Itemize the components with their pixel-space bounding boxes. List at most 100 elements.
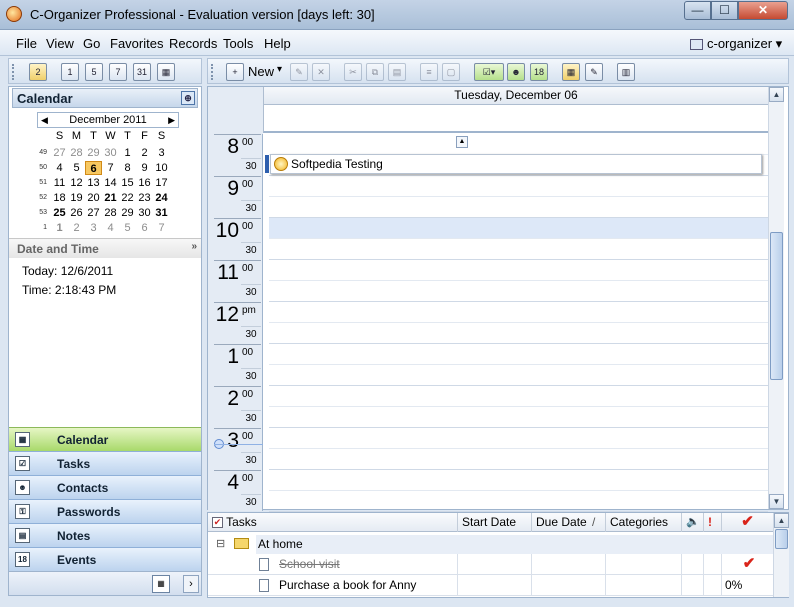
task-row[interactable]: School visit ✔ xyxy=(208,554,773,575)
menu-tools[interactable]: Tools xyxy=(223,36,253,51)
calendar-day[interactable]: 4 xyxy=(102,221,119,235)
calendar-day[interactable]: 26 xyxy=(68,206,85,220)
time-slot[interactable] xyxy=(269,176,768,197)
delete-icon[interactable]: ✕ xyxy=(312,63,330,81)
properties-icon[interactable]: ▢ xyxy=(442,63,460,81)
calendar-day[interactable]: 18 xyxy=(51,191,68,205)
copy-icon[interactable]: ⧉ xyxy=(366,63,384,81)
time-slot[interactable] xyxy=(269,239,768,260)
categories-column-header[interactable]: Categories xyxy=(606,513,682,532)
work-week-view-icon[interactable]: 5 xyxy=(85,63,103,81)
time-slot[interactable] xyxy=(269,365,768,386)
task-title[interactable]: Purchase a book for Anny xyxy=(276,575,458,596)
calendar-day[interactable]: 29 xyxy=(85,146,102,160)
calendar-day[interactable]: 9 xyxy=(136,161,153,175)
day-view-scrollbar[interactable]: ▲ ▼ xyxy=(768,87,784,509)
calendar-day[interactable]: 17 xyxy=(153,176,170,190)
task-title[interactable]: School visit xyxy=(276,554,458,575)
week-view-icon[interactable]: 7 xyxy=(109,63,127,81)
events-icon[interactable]: 18 xyxy=(530,63,548,81)
calendar-day[interactable]: 31 xyxy=(153,206,170,220)
week-number[interactable]: 50 xyxy=(35,164,47,171)
app-icon[interactable] xyxy=(6,6,22,22)
calendar-day[interactable]: 20 xyxy=(85,191,102,205)
calendar-shortcut-icon[interactable]: ▦ xyxy=(152,575,170,593)
new-button[interactable]: New xyxy=(248,64,274,79)
calendar-day[interactable]: 11 xyxy=(51,176,68,190)
calendar-day[interactable]: 21 xyxy=(102,191,119,205)
collapse-group-icon[interactable]: ⊟ xyxy=(216,537,225,550)
month-label[interactable]: December 2011 xyxy=(69,114,146,126)
time-slot[interactable] xyxy=(269,260,768,281)
menu-go[interactable]: Go xyxy=(83,36,100,51)
new-dropdown-arrow-icon[interactable]: ▾ xyxy=(277,64,282,75)
task-due-date[interactable] xyxy=(532,575,606,596)
maximize-button[interactable]: ☐ xyxy=(711,1,738,20)
cut-icon[interactable]: ✂ xyxy=(344,63,362,81)
calendar-day[interactable]: 4 xyxy=(51,161,68,175)
month-view-icon[interactable]: 31 xyxy=(133,63,151,81)
calendar-day[interactable]: 5 xyxy=(68,161,85,175)
calendar-day[interactable]: 1 xyxy=(51,221,68,235)
week-number[interactable]: 49 xyxy=(35,149,47,156)
calendar-day[interactable]: 23 xyxy=(136,191,153,205)
week-number[interactable]: 1 xyxy=(35,224,47,231)
minimize-button[interactable]: — xyxy=(684,1,711,20)
task-start-date[interactable] xyxy=(458,554,532,575)
paste-icon[interactable]: ▤ xyxy=(388,63,406,81)
menu-help[interactable]: Help xyxy=(264,36,291,51)
today-view-icon[interactable]: 2 xyxy=(29,63,47,81)
nav-calendar-button[interactable]: ▦ Calendar xyxy=(9,427,201,451)
task-priority[interactable] xyxy=(704,554,722,575)
menu-favorites[interactable]: Favorites xyxy=(110,36,163,51)
close-button[interactable]: ✕ xyxy=(738,1,788,20)
scroll-up-button[interactable]: ▲ xyxy=(774,513,789,528)
calendar-day[interactable]: 6 xyxy=(85,161,102,175)
contacts-icon[interactable]: ☻ xyxy=(507,63,525,81)
calendar-day[interactable]: 13 xyxy=(85,176,102,190)
prev-month-button[interactable]: ◀ xyxy=(41,113,48,127)
week-number[interactable]: 53 xyxy=(35,209,47,216)
edit-icon[interactable]: ✎ xyxy=(290,63,308,81)
time-slot[interactable] xyxy=(269,470,768,491)
calendar-day[interactable]: 12 xyxy=(68,176,85,190)
reminder-speaker-icon[interactable]: 🔈 xyxy=(682,513,704,532)
time-slot[interactable] xyxy=(269,197,768,218)
time-slot[interactable] xyxy=(269,386,768,407)
calendar-day[interactable]: 6 xyxy=(136,221,153,235)
calendar-day[interactable]: 30 xyxy=(102,146,119,160)
menu-records[interactable]: Records xyxy=(169,36,217,51)
nav-events-button[interactable]: 18 Events xyxy=(9,547,201,571)
nav-tasks-button[interactable]: ☑ Tasks xyxy=(9,451,201,475)
task-priority[interactable] xyxy=(704,575,722,596)
scroll-thumb[interactable] xyxy=(770,232,783,380)
task-categories[interactable] xyxy=(606,554,682,575)
date-time-header[interactable]: Date and Time » xyxy=(9,238,201,258)
task-group-row[interactable]: ⊟ At home xyxy=(208,532,773,554)
task-complete[interactable]: ✔ xyxy=(722,554,773,575)
time-slot[interactable] xyxy=(269,491,768,512)
calendar-day[interactable]: 7 xyxy=(153,221,170,235)
new-task-icon[interactable]: ☑▾ xyxy=(474,63,504,81)
calendar-day[interactable]: 22 xyxy=(119,191,136,205)
time-slot[interactable] xyxy=(269,407,768,428)
calendar-day[interactable]: 27 xyxy=(51,146,68,160)
nav-notes-button[interactable]: ▤ Notes xyxy=(9,523,201,547)
toolbar-grip[interactable] xyxy=(211,64,214,80)
calendar-day[interactable]: 19 xyxy=(68,191,85,205)
week-number[interactable]: 52 xyxy=(35,194,47,201)
scroll-down-button[interactable]: ▼ xyxy=(769,494,784,509)
calendar-day[interactable]: 15 xyxy=(119,176,136,190)
start-date-column-header[interactable]: Start Date xyxy=(458,513,532,532)
task-categories[interactable] xyxy=(606,575,682,596)
task-list-scrollbar[interactable]: ▲ xyxy=(773,513,789,597)
calendar-day[interactable]: 3 xyxy=(85,221,102,235)
day-view-icon[interactable]: 1 xyxy=(61,63,79,81)
time-slot[interactable] xyxy=(269,302,768,323)
nav-contacts-button[interactable]: ☻ Contacts xyxy=(9,475,201,499)
calendar-day[interactable]: 29 xyxy=(119,206,136,220)
task-row[interactable]: Purchase a book for Anny 0% xyxy=(208,575,773,596)
pin-icon[interactable]: ⊕ xyxy=(181,91,195,105)
calendar-day[interactable]: 10 xyxy=(153,161,170,175)
new-record-icon[interactable]: + xyxy=(226,63,244,81)
